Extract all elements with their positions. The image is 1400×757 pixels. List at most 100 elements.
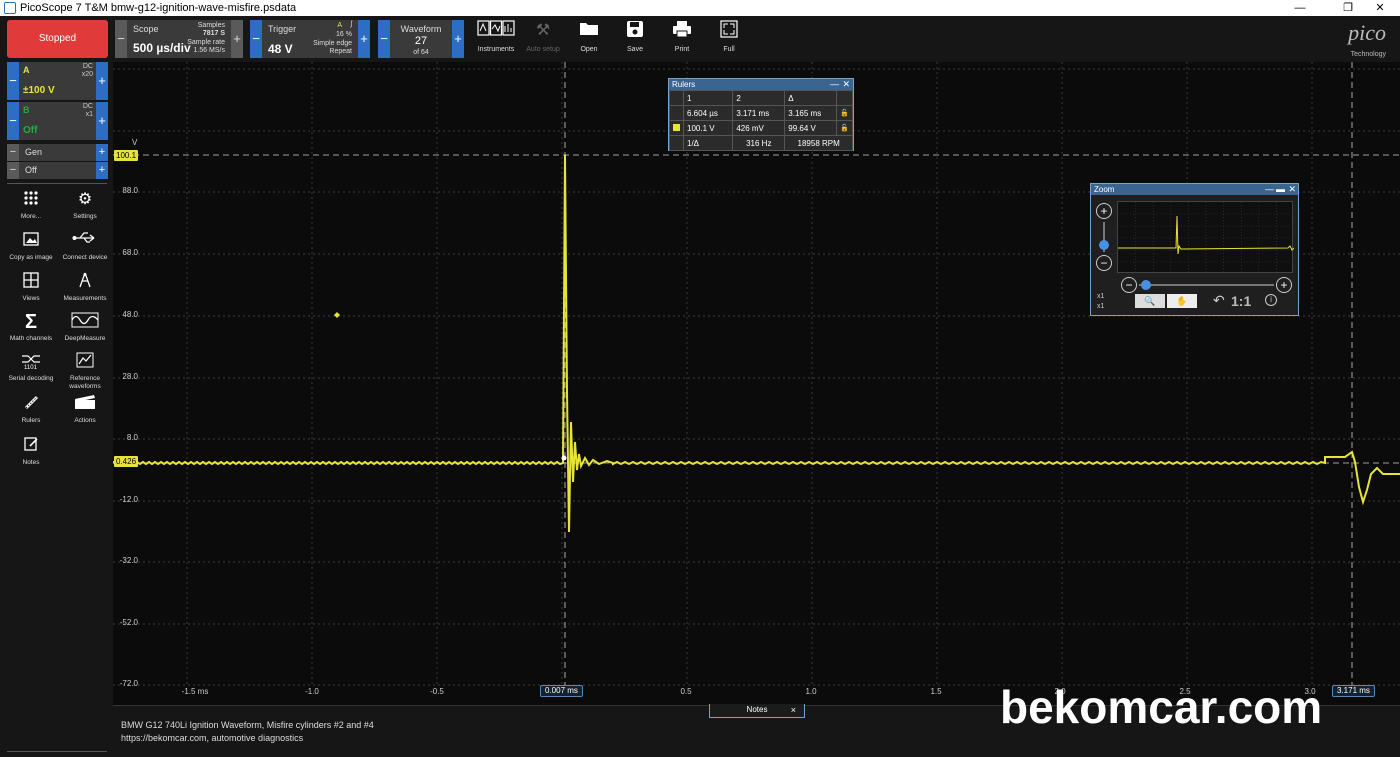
ruler-y2-tag[interactable]: 0.426 <box>114 456 139 467</box>
trigger-channel: A <box>337 22 342 29</box>
generator-increase-button[interactable]: + <box>96 144 108 161</box>
zoom-panel-header[interactable]: Zoom — ▬ ✕ <box>1091 184 1298 195</box>
grid-dots-icon <box>3 190 59 210</box>
minimize-icon[interactable]: — <box>1265 184 1274 195</box>
minimize-icon[interactable]: — <box>830 79 839 90</box>
lock-icon[interactable]: 🔓 <box>836 120 853 136</box>
channel-a-control[interactable]: − A DC x20 ±100 V + <box>7 62 108 100</box>
generator-control[interactable]: − Gen + <box>7 144 108 161</box>
channel-a-range[interactable]: ±100 V <box>23 85 55 96</box>
maximize-icon[interactable]: ▬ <box>1276 184 1285 195</box>
sidebar-item-more[interactable]: More... <box>3 190 59 221</box>
channel-b-letter: B <box>23 105 30 115</box>
horizontal-zoom-track[interactable] <box>1139 284 1274 286</box>
sidebar-item-deepmeasure[interactable]: DeepMeasure <box>57 312 113 343</box>
scope-view[interactable]: V 88.0 68.0 48.0 28.0 8.0 -12.0 -32.0 -5… <box>113 62 1400 705</box>
zoom-out-horizontal-button[interactable]: − <box>1121 277 1137 293</box>
table-row: 1 2 Δ <box>669 90 853 106</box>
print-button[interactable]: Print <box>662 20 702 58</box>
run-stop-button[interactable]: Stopped <box>7 20 108 58</box>
save-icon <box>615 20 655 42</box>
channel-b-increase-button[interactable]: + <box>96 102 108 140</box>
ruler-x2-tag[interactable]: 3.171 ms <box>1332 685 1375 697</box>
timebase-decrease-button[interactable]: − <box>115 20 127 58</box>
sidebar-item-label: Math channels <box>9 335 53 342</box>
serial-icon: 1101 <box>3 352 59 372</box>
generator-state-decrease-button[interactable]: − <box>7 162 19 179</box>
rulers-panel[interactable]: Rulers — ✕ 1 2 Δ 6.604 µs 3.171 ms 3.165… <box>668 78 854 151</box>
sidebar-item-settings[interactable]: ⚙ Settings <box>57 190 113 221</box>
scope-grid-and-trace[interactable] <box>113 62 1400 705</box>
channel-a-swatch <box>673 123 680 131</box>
note-line[interactable]: https://bekomcar.com, automotive diagnos… <box>121 733 303 743</box>
zoom-x-factor: x1 <box>1097 293 1105 300</box>
usb-icon <box>57 231 113 251</box>
y-tick-label: 88.0 <box>122 186 138 195</box>
sidebar-item-math-channels[interactable]: Σ Math channels <box>3 312 59 343</box>
zoom-overview[interactable] <box>1117 201 1295 274</box>
vertical-zoom-thumb[interactable] <box>1099 240 1109 250</box>
magnifier-icon: 🔍 <box>1144 296 1156 306</box>
auto-setup-label: Auto setup <box>526 46 560 53</box>
timebase-increase-button[interactable]: + <box>231 20 243 58</box>
generator-state-control[interactable]: − Off + <box>7 162 108 179</box>
full-screen-button[interactable]: Full <box>709 20 749 58</box>
trigger-level[interactable]: 48 V <box>268 42 293 56</box>
close-button[interactable]: ✕ <box>1360 0 1400 16</box>
pan-tool-button[interactable]: ✋ <box>1167 294 1197 308</box>
channel-b-control[interactable]: − B DC x1 Off + <box>7 102 108 140</box>
scope-timebase-group: − Scope 500 µs/div Samples 7817 S Sample… <box>115 20 243 58</box>
trigger-decrease-button[interactable]: − <box>250 20 262 58</box>
timebase-value[interactable]: 500 µs/div <box>133 41 191 55</box>
horizontal-zoom-thumb[interactable] <box>1141 280 1151 290</box>
sidebar-item-measurements[interactable]: Measurements <box>57 272 113 303</box>
zoom-tool-button[interactable]: 🔍 <box>1135 294 1165 308</box>
channel-a-decrease-button[interactable]: − <box>7 62 19 100</box>
pico-logo: pico <box>1348 20 1386 45</box>
close-icon[interactable]: ✕ <box>842 79 850 90</box>
rulers-panel-header[interactable]: Rulers — ✕ <box>669 79 853 90</box>
sidebar-item-views[interactable]: Views <box>3 272 59 303</box>
zoom-panel[interactable]: Zoom — ▬ ✕ + − − + x1 x1 🔍 ✋ ↶ 1:1 i <box>1090 183 1299 316</box>
sidebar-item-copy-as-image[interactable]: Copy as image <box>3 231 59 262</box>
info-icon[interactable]: i <box>1265 294 1277 306</box>
sidebar-item-serial-decoding[interactable]: 1101 Serial decoding <box>3 352 59 383</box>
sidebar-item-rulers[interactable]: Rulers <box>3 394 59 425</box>
undo-zoom-icon[interactable]: ↶ <box>1213 292 1225 309</box>
waveform-next-button[interactable]: + <box>452 20 464 58</box>
samples-label: Samples <box>197 22 225 29</box>
save-button[interactable]: Save <box>615 20 655 58</box>
minimize-button[interactable]: — <box>1280 0 1320 16</box>
close-icon[interactable]: ✕ <box>1288 184 1296 195</box>
zoom-in-horizontal-button[interactable]: + <box>1276 277 1292 293</box>
sidebar-item-actions[interactable]: Actions <box>57 394 113 425</box>
zoom-in-vertical-button[interactable]: + <box>1096 203 1112 219</box>
table-cell: 2 <box>732 90 786 106</box>
zoom-reset-button[interactable]: 1:1 <box>1231 293 1251 309</box>
sidebar-item-connect-device[interactable]: Connect device <box>57 231 113 262</box>
close-icon[interactable]: × <box>791 704 796 716</box>
sidebar-item-reference-waveforms[interactable]: Reference waveforms <box>57 352 113 391</box>
lock-icon[interactable]: 🔓 <box>836 105 853 121</box>
note-line[interactable]: BMW G12 740Li Ignition Waveform, Misfire… <box>121 720 374 730</box>
trigger-increase-button[interactable]: + <box>358 20 370 58</box>
open-button[interactable]: Open <box>569 20 609 58</box>
channel-a-increase-button[interactable]: + <box>96 62 108 100</box>
sidebar-item-notes[interactable]: Notes <box>3 436 59 467</box>
channel-b-decrease-button[interactable]: − <box>7 102 19 140</box>
instruments-label: Instruments <box>477 46 515 53</box>
sigma-icon: Σ <box>24 311 37 333</box>
compass-icon <box>57 272 113 292</box>
channel-b-range[interactable]: Off <box>23 125 37 136</box>
generator-state-increase-button[interactable]: + <box>96 162 108 179</box>
ruler-y1-tag[interactable]: 100.1 <box>114 150 139 161</box>
rising-edge-icon: ʃ <box>350 21 352 28</box>
zoom-out-vertical-button[interactable]: − <box>1096 255 1112 271</box>
generator-decrease-button[interactable]: − <box>7 144 19 161</box>
ruler-x1-tag[interactable]: 0.007 ms <box>540 685 583 697</box>
trigger-type: Simple edge <box>313 40 352 47</box>
samples-value: 7817 S <box>202 30 225 37</box>
instruments-button[interactable]: Instruments <box>476 20 516 58</box>
notes-tab[interactable]: Notes × <box>709 704 805 718</box>
auto-setup-button[interactable]: ⚒ Auto setup <box>523 20 563 58</box>
